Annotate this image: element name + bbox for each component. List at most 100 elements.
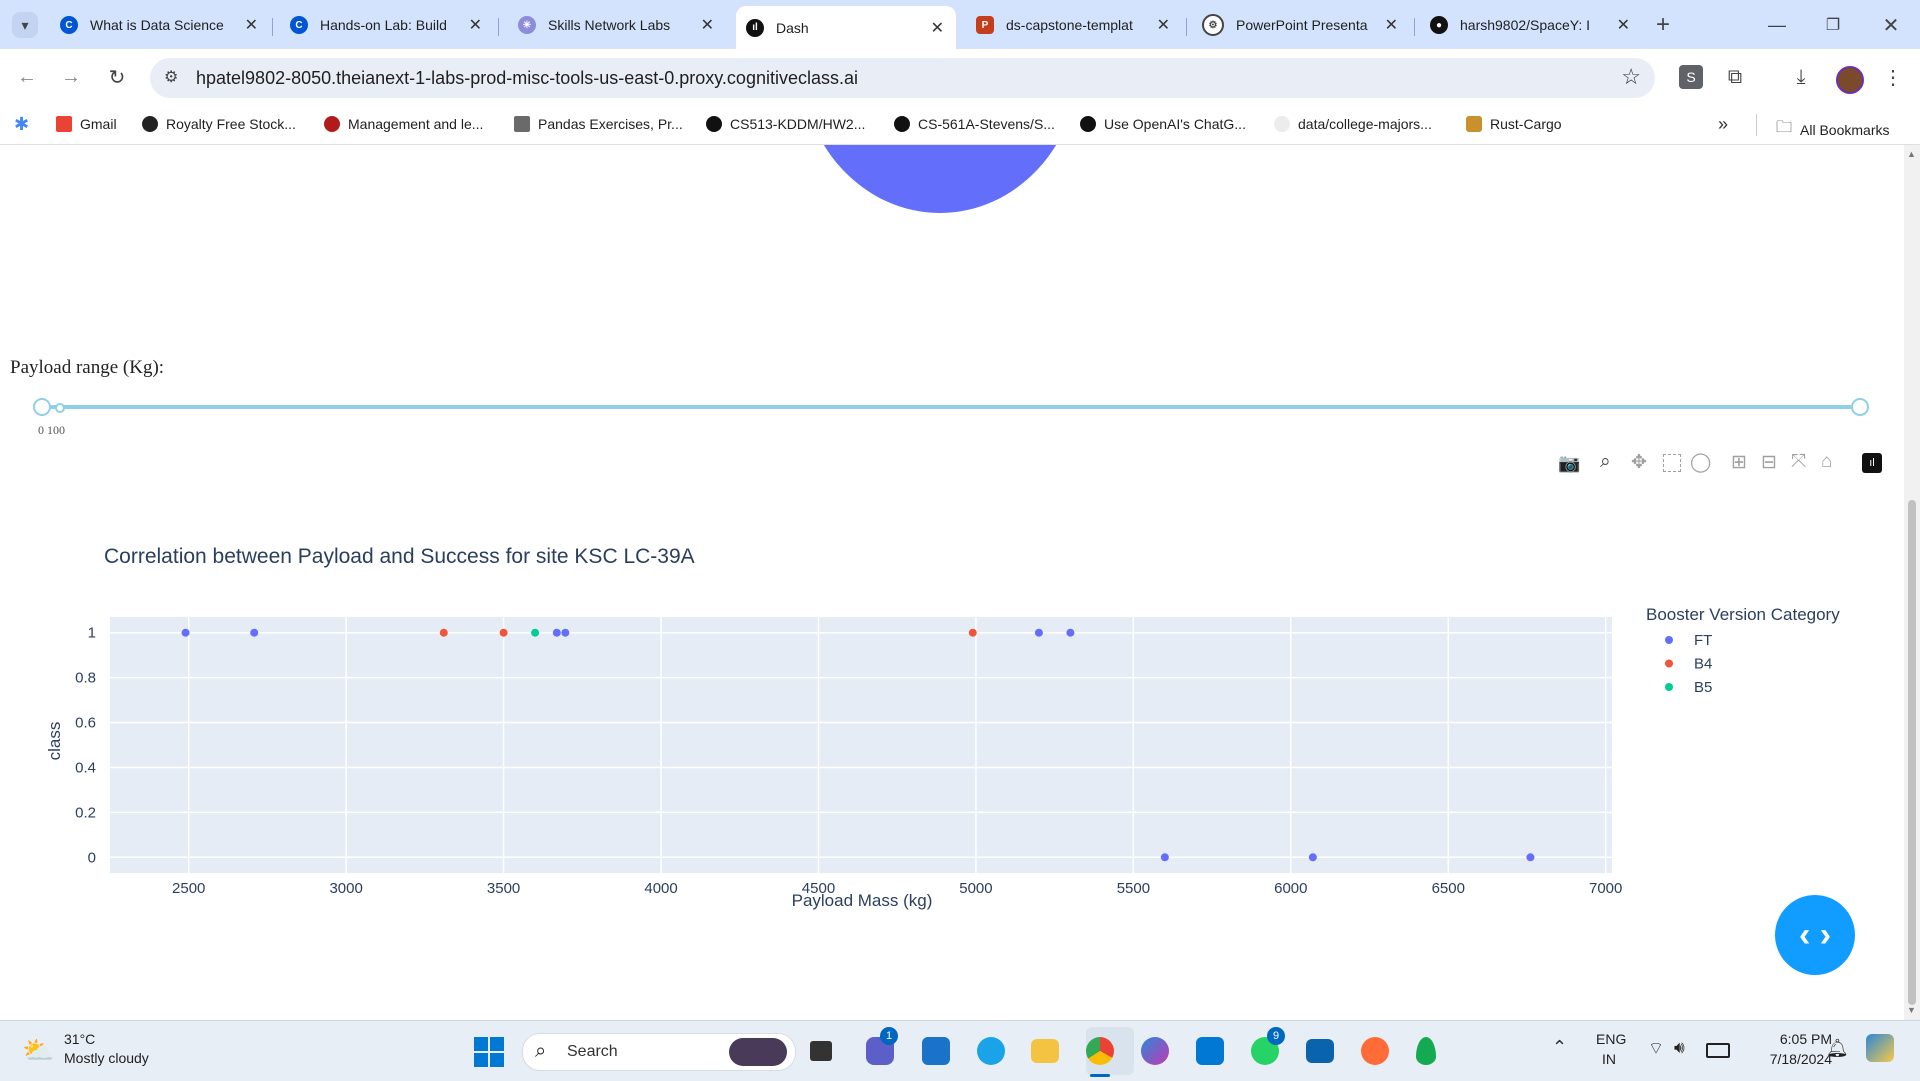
forward-button[interactable]: →: [58, 64, 84, 90]
scrollbar-thumb[interactable]: [1908, 500, 1916, 1005]
data-point-ft[interactable]: [1160, 853, 1169, 862]
bookmark-royalty-free[interactable]: Royalty Free Stock...: [142, 116, 296, 132]
legend-marker-b5[interactable]: [1665, 683, 1673, 691]
camera-icon[interactable]: 📷: [1558, 453, 1580, 474]
bookmark-college-majors[interactable]: data/college-majors...: [1274, 116, 1432, 132]
language-top[interactable]: ENG: [1596, 1031, 1626, 1047]
notification-bell-icon[interactable]: 🔔︎: [1826, 1038, 1849, 1059]
data-point-b5[interactable]: [531, 628, 540, 637]
menu-kebab-icon[interactable]: ⋮: [1880, 64, 1906, 90]
weather-desc[interactable]: Mostly cloudy: [64, 1050, 149, 1066]
mail-icon[interactable]: [1306, 1039, 1334, 1063]
plotly-logo-icon[interactable]: ıl: [1862, 453, 1882, 473]
weather-cloud-icon[interactable]: ⛅: [22, 1035, 54, 1066]
weather-temp[interactable]: 31°C: [64, 1031, 95, 1047]
pan-icon[interactable]: ✥: [1631, 451, 1647, 474]
file-explorer-icon[interactable]: [1031, 1039, 1059, 1063]
bookmark-gmail[interactable]: Gmail: [56, 116, 117, 132]
close-icon[interactable]: ✕: [245, 15, 258, 35]
bookmark-rust-cargo[interactable]: Rust-Cargo: [1466, 116, 1562, 132]
tab-6[interactable]: ● harsh9802/SpaceY: I ✕: [1420, 8, 1638, 42]
data-point-ft[interactable]: [1308, 853, 1317, 862]
tab-0[interactable]: C What is Data Science ✕: [48, 8, 266, 42]
pie-chart-bottom[interactable]: [800, 145, 1080, 213]
payload-slider-track[interactable]: [40, 405, 1858, 409]
tab-4[interactable]: P ds-capstone-templat ✕: [964, 8, 1178, 42]
data-point-b4[interactable]: [968, 628, 977, 637]
close-icon[interactable]: ✕: [701, 15, 714, 35]
show-hidden-icons-chevron[interactable]: ⌃: [1552, 1037, 1567, 1058]
edge-icon[interactable]: [977, 1037, 1005, 1065]
close-icon[interactable]: ✕: [1157, 15, 1170, 35]
copilot-icon[interactable]: [1141, 1037, 1169, 1065]
data-point-ft[interactable]: [181, 628, 190, 637]
legend-label-b4[interactable]: B4: [1694, 656, 1712, 673]
lasso-select-icon[interactable]: ◯: [1690, 451, 1711, 474]
volume-icon[interactable]: 🔊︎: [1674, 1038, 1685, 1058]
tab-search-button[interactable]: ▾: [12, 12, 38, 38]
legend-label-ft[interactable]: FT: [1694, 632, 1712, 649]
extensions-puzzle-icon[interactable]: ⧉: [1722, 64, 1748, 90]
copilot-pre-icon[interactable]: [1866, 1034, 1894, 1062]
box-select-icon[interactable]: [1663, 454, 1681, 472]
restore-button[interactable]: ❐: [1820, 12, 1846, 38]
close-window-button[interactable]: ✕: [1878, 12, 1904, 38]
data-point-ft[interactable]: [1526, 853, 1535, 862]
chrome-icon[interactable]: [1086, 1037, 1114, 1065]
bookmark-pandas[interactable]: Pandas Exercises, Pr...: [514, 116, 683, 132]
bookmark-star-icon[interactable]: ☆: [1621, 64, 1641, 90]
extension-s-icon[interactable]: S: [1679, 65, 1703, 89]
profile-avatar[interactable]: [1836, 66, 1864, 94]
url-text[interactable]: hpatel9802-8050.theianext-1-labs-prod-mi…: [196, 68, 858, 89]
data-point-ft[interactable]: [552, 628, 561, 637]
vscode-icon[interactable]: [1196, 1037, 1224, 1065]
close-icon[interactable]: ✕: [1385, 15, 1398, 35]
more-bookmarks-icon[interactable]: »: [1718, 114, 1728, 135]
task-view-icon[interactable]: [810, 1041, 832, 1061]
legend-label-b5[interactable]: B5: [1694, 679, 1712, 696]
site-info-icon[interactable]: ⚙: [164, 67, 178, 87]
bookmark-cs561[interactable]: CS-561A-Stevens/S...: [894, 116, 1055, 132]
scroll-up-icon[interactable]: ▲: [1907, 149, 1916, 159]
bookmark-cs513[interactable]: CS513-KDDM/HW2...: [706, 116, 865, 132]
new-tab-button[interactable]: +: [1650, 11, 1676, 38]
tab-1[interactable]: C Hands-on Lab: Build ✕: [278, 8, 490, 42]
back-button[interactable]: ←: [14, 64, 40, 90]
close-icon[interactable]: ✕: [469, 15, 482, 35]
data-point-b4[interactable]: [439, 628, 448, 637]
slider-handle-min[interactable]: [33, 398, 51, 416]
bookmark-openai[interactable]: Use OpenAI's ChatG...: [1080, 116, 1246, 132]
mongodb-icon[interactable]: [1416, 1037, 1436, 1065]
reset-axes-icon[interactable]: ⌂: [1821, 451, 1832, 473]
legend-marker-ft[interactable]: [1665, 636, 1673, 644]
tab-3-active[interactable]: ıl Dash ✕: [736, 6, 956, 49]
battery-icon[interactable]: [1706, 1043, 1730, 1058]
zoom-out-icon[interactable]: ⊟: [1761, 451, 1777, 474]
clock-time[interactable]: 6:05 PM: [1746, 1031, 1832, 1047]
postman-icon[interactable]: [1361, 1037, 1389, 1065]
page-scrollbar[interactable]: ▲ ▼: [1904, 145, 1920, 1020]
slider-handle-max[interactable]: [1851, 398, 1869, 416]
dash-debug-button[interactable]: ‹ ›: [1775, 895, 1855, 975]
taskbar-search-box[interactable]: ⌕ Search: [522, 1033, 796, 1071]
data-point-ft[interactable]: [250, 628, 259, 637]
bookmark-management[interactable]: Management and le...: [324, 116, 483, 132]
zoom-in-icon[interactable]: ⊞: [1731, 451, 1747, 474]
data-point-ft[interactable]: [561, 628, 570, 637]
download-icon[interactable]: ⤓: [1788, 64, 1814, 90]
data-point-ft[interactable]: [1066, 628, 1075, 637]
autoscale-icon[interactable]: ⤧: [1791, 451, 1806, 473]
clock-date[interactable]: 7/18/2024: [1746, 1051, 1832, 1067]
address-bar[interactable]: ⚙ hpatel9802-8050.theianext-1-labs-prod-…: [150, 58, 1655, 98]
scatter-chart[interactable]: Correlation between Payload and Success …: [0, 475, 1920, 995]
language-bottom[interactable]: IN: [1602, 1051, 1616, 1067]
minimize-button[interactable]: —: [1764, 12, 1790, 38]
tab-2[interactable]: ✳ Skills Network Labs ✕: [504, 8, 722, 42]
all-bookmarks-button[interactable]: 🗀 All Bookmarks: [1776, 116, 1889, 143]
reload-button[interactable]: ↻: [104, 64, 130, 90]
windows-start-icon[interactable]: [474, 1037, 504, 1067]
zoom-icon[interactable]: ⌕: [1600, 451, 1611, 473]
data-point-ft[interactable]: [1034, 628, 1043, 637]
legend-marker-b4[interactable]: [1665, 659, 1673, 668]
data-point-b4[interactable]: [499, 628, 508, 637]
